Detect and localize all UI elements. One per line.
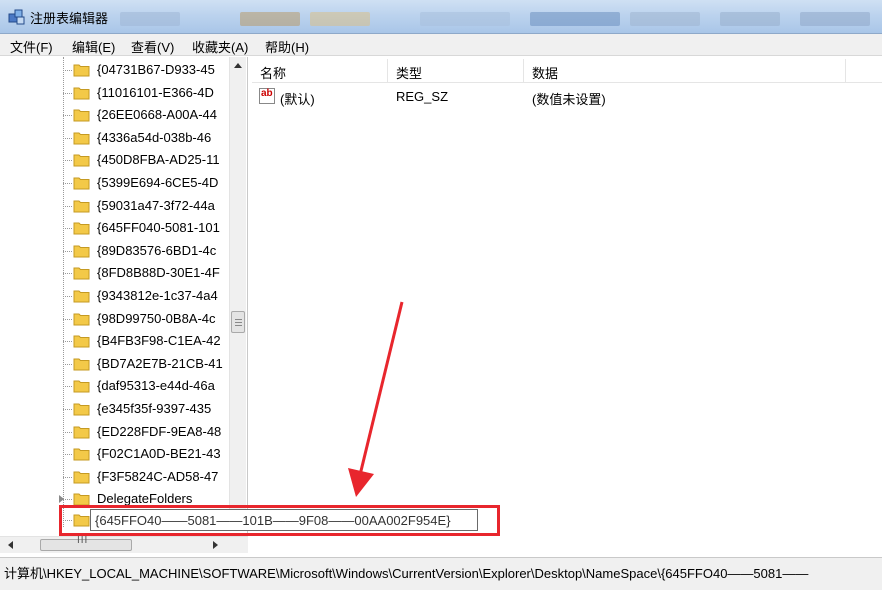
annotation-arrow-icon: [348, 301, 404, 497]
folder-icon: [73, 109, 90, 122]
blurred-region: [800, 12, 870, 26]
tree-item-label: {5399E694-6CE5-4D: [97, 175, 219, 190]
tree-item-label: {59031a47-3f72-44a: [97, 197, 215, 213]
annotation-highlight-box: [59, 505, 500, 536]
folder-icon: [73, 471, 90, 484]
horizontal-scroll-thumb[interactable]: III: [40, 535, 132, 551]
tree-item[interactable]: {e345f35f-9397-435: [0, 398, 230, 420]
tree-item[interactable]: {F02C1A0D-BE21-43: [0, 443, 230, 465]
menu-view[interactable]: 查看(V): [131, 37, 174, 56]
column-header-data[interactable]: 数据: [524, 59, 846, 83]
registry-editor-icon: [8, 9, 25, 25]
column-header-type[interactable]: 类型: [388, 59, 524, 83]
tree-item-label: {450D8FBA-AD25-11: [97, 152, 220, 168]
value-type: REG_SZ: [396, 89, 449, 104]
tree-item-label: {98D99750-0B8A-4c: [97, 310, 216, 326]
tree-item-label: {89D83576-6BD1-4c: [97, 242, 217, 258]
tree-item-label: {04731B67-D933-45: [97, 62, 215, 77]
folder-icon: [73, 426, 90, 439]
tree-item[interactable]: {98D99750-0B8A-4c: [0, 308, 230, 330]
scroll-left-arrow-icon[interactable]: [8, 541, 13, 549]
column-header-name[interactable]: 名称: [252, 59, 388, 83]
folder-icon: [73, 267, 90, 280]
list-header: 名称 类型 数据: [252, 59, 882, 83]
menu-file[interactable]: 文件(F): [10, 37, 53, 56]
tree-item-label: {F3F5824C-AD58-47: [97, 468, 219, 484]
blurred-region: [720, 12, 780, 26]
folder-icon: [73, 154, 90, 167]
string-value-icon: ab: [259, 88, 275, 104]
tree-item[interactable]: {4336a54d-038b-46: [0, 127, 230, 149]
tree-item[interactable]: {BD7A2E7B-21CB-41: [0, 353, 230, 375]
blurred-region: [530, 12, 620, 26]
tree-item-label: {26EE0668-A00A-44: [97, 107, 217, 123]
title-bar: 注册表编辑器: [0, 0, 882, 34]
tree-item[interactable]: {450D8FBA-AD25-11: [0, 149, 230, 171]
menu-help[interactable]: 帮助(H): [265, 37, 309, 56]
folder-icon: [73, 87, 90, 100]
tree-item[interactable]: {89D83576-6BD1-4c: [0, 240, 230, 262]
scroll-up-arrow-icon[interactable]: [234, 63, 242, 68]
tree-item[interactable]: {9343812e-1c37-4a4: [0, 285, 230, 307]
tree-item-label: {9343812e-1c37-4a4: [97, 288, 218, 303]
folder-icon: [73, 290, 90, 303]
folder-icon: [73, 448, 90, 461]
expand-arrow-icon[interactable]: [59, 495, 64, 504]
scroll-thumb[interactable]: [231, 311, 245, 333]
folder-icon: [73, 335, 90, 348]
blurred-region: [630, 12, 700, 26]
folder-icon: [73, 313, 90, 326]
tree-item-label: {8FD8B88D-30E1-4F: [97, 265, 220, 281]
tree-item-label: {BD7A2E7B-21CB-41: [97, 355, 223, 371]
tree-item-label: {e345f35f-9397-435: [97, 401, 212, 416]
folder-icon: [73, 64, 90, 77]
folder-icon: [73, 132, 90, 145]
registry-path: 计算机\HKEY_LOCAL_MACHINE\SOFTWARE\Microsof…: [4, 566, 809, 581]
menu-edit[interactable]: 编辑(E): [72, 37, 115, 56]
status-bar: 计算机\HKEY_LOCAL_MACHINE\SOFTWARE\Microsof…: [0, 557, 882, 590]
folder-icon: [73, 403, 90, 416]
tree-item-label: {F02C1A0D-BE21-43: [97, 446, 221, 462]
tree-item-label: {B4FB3F98-C1EA-42: [97, 333, 221, 349]
tree-item-label: {daf95313-e44d-46a: [97, 378, 215, 394]
tree-item-label: {4336a54d-038b-46: [97, 129, 212, 145]
window-title: 注册表编辑器: [30, 11, 109, 26]
tree-item[interactable]: {8FD8B88D-30E1-4F: [0, 262, 230, 284]
folder-icon: [73, 245, 90, 258]
menu-bar: 文件(F) 编辑(E) 查看(V) 收藏夹(A) 帮助(H): [0, 34, 882, 56]
blurred-region: [120, 12, 180, 26]
tree-horizontal-scrollbar[interactable]: III: [0, 535, 248, 553]
tree-item[interactable]: {B4FB3F98-C1EA-42: [0, 330, 230, 352]
tree-item[interactable]: {5399E694-6CE5-4D: [0, 172, 230, 194]
folder-icon: [73, 177, 90, 190]
tree-item[interactable]: {11016101-E366-4D: [0, 82, 230, 104]
tree-item-label: {645FF040-5081-101: [97, 220, 220, 236]
tree-item[interactable]: {26EE0668-A00A-44: [0, 104, 230, 126]
folder-icon: [73, 380, 90, 393]
blurred-region: [310, 12, 370, 26]
blurred-region: [240, 12, 300, 26]
tree-item[interactable]: {F3F5824C-AD58-47: [0, 466, 230, 488]
tree-item[interactable]: {645FF040-5081-101: [0, 217, 230, 239]
menu-favorites[interactable]: 收藏夹(A): [192, 37, 248, 56]
tree-item[interactable]: {04731B67-D933-45: [0, 59, 230, 81]
tree-item[interactable]: {59031a47-3f72-44a: [0, 195, 230, 217]
tree-item-label: {ED228FDF-9EA8-48: [97, 423, 222, 439]
scroll-thumb-grip: III: [77, 535, 89, 546]
registry-tree[interactable]: {04731B67-D933-45 {11016101-E366-4D {26EE0…: [0, 57, 248, 553]
folder-icon: [73, 200, 90, 213]
tree-item[interactable]: {daf95313-e44d-46a: [0, 375, 230, 397]
scroll-right-arrow-icon[interactable]: [213, 541, 218, 549]
folder-icon: [73, 358, 90, 371]
folder-icon: [73, 222, 90, 235]
blurred-region: [420, 12, 510, 26]
tree-item-label: {11016101-E366-4D: [97, 84, 214, 100]
value-name: (默认): [280, 92, 315, 107]
tree-vertical-scrollbar[interactable]: [229, 57, 246, 527]
tree-item[interactable]: {ED228FDF-9EA8-48: [0, 421, 230, 443]
value-data: (数值未设置): [532, 92, 606, 107]
list-row[interactable]: ab (默认) REG_SZ (数值未设置): [252, 87, 882, 107]
